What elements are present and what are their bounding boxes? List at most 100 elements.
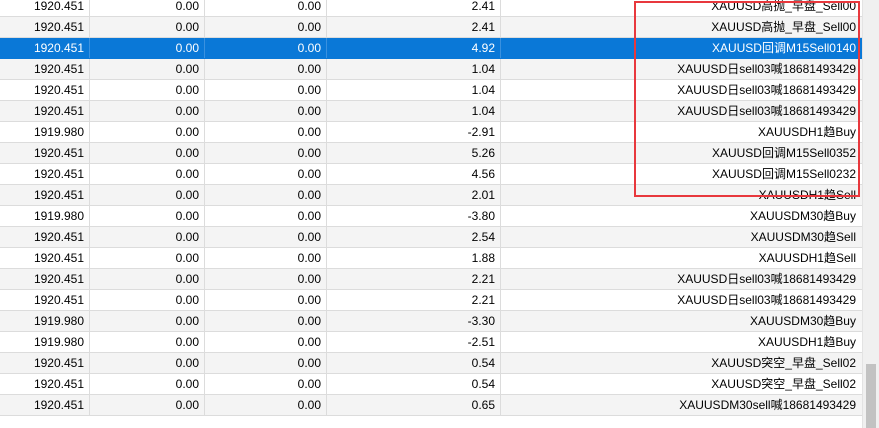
comment-cell: XAUUSD高抛_早盘_Sell00 bbox=[711, 0, 856, 13]
value-cell-b: 0.00 bbox=[205, 164, 327, 184]
comment-cell: XAUUSD日sell03喊18681493429 bbox=[677, 293, 856, 307]
value-cell-b: 0.00 bbox=[205, 353, 327, 373]
table-row[interactable]: 1920.451 0.00 0.00 2.01 XAUUSDH1趋Sell bbox=[0, 185, 862, 206]
comment-cell: XAUUSDH1趋Sell bbox=[758, 188, 856, 202]
profit-cell: 1.04 bbox=[327, 101, 501, 121]
price-cell: 1919.980 bbox=[0, 122, 90, 142]
comment-cell: XAUUSD回调M15Sell0140 bbox=[711, 41, 856, 55]
table-row[interactable]: 1919.980 0.00 0.00 -2.51 XAUUSDH1趋Buy bbox=[0, 332, 862, 353]
price-cell: 1920.451 bbox=[0, 38, 90, 58]
orders-table: 1920.451 0.00 0.00 2.41 XAUUSD高抛_早盘_Sell00 19… bbox=[0, 0, 862, 428]
comment-cell: XAUUSD日sell03喊18681493429 bbox=[677, 104, 856, 118]
price-cell: 1919.980 bbox=[0, 206, 90, 226]
comment-cell: XAUUSD回调M15Sell0232 bbox=[711, 167, 856, 181]
table-row[interactable]: 1920.451 0.00 0.00 1.04 XAUUSD日sell03喊186814… bbox=[0, 59, 862, 80]
price-cell: 1920.451 bbox=[0, 248, 90, 268]
comment-cell: XAUUSDM30趋Buy bbox=[749, 209, 856, 223]
price-cell: 1920.451 bbox=[0, 395, 90, 415]
comment-cell: XAUUSDH1趋Buy bbox=[757, 125, 856, 139]
table-row[interactable]: 1920.451 0.00 0.00 2.41 XAUUSD高抛_早盘_Sell00 bbox=[0, 17, 862, 38]
table-row[interactable]: 1919.980 0.00 0.00 -3.30 XAUUSDM30趋Buy bbox=[0, 311, 862, 332]
profit-cell: 5.26 bbox=[327, 143, 501, 163]
profit-cell: 1.04 bbox=[327, 59, 501, 79]
comment-cell: XAUUSDM30趋Sell bbox=[750, 230, 856, 244]
price-cell: 1919.980 bbox=[0, 311, 90, 331]
profit-cell: 2.54 bbox=[327, 227, 501, 247]
table-row[interactable]: 1920.451 0.00 0.00 2.21 XAUUSD日sell03喊186814… bbox=[0, 269, 862, 290]
table-row[interactable]: 1919.980 0.00 0.00 -3.80 XAUUSDM30趋Buy bbox=[0, 206, 862, 227]
value-cell-a: 0.00 bbox=[90, 311, 205, 331]
price-cell: 1920.451 bbox=[0, 101, 90, 121]
value-cell-b: 0.00 bbox=[205, 0, 327, 16]
value-cell-a: 0.00 bbox=[90, 206, 205, 226]
profit-cell: 4.56 bbox=[327, 164, 501, 184]
profit-cell: 2.21 bbox=[327, 269, 501, 289]
value-cell-b: 0.00 bbox=[205, 38, 327, 58]
value-cell-b: 0.00 bbox=[205, 248, 327, 268]
comment-cell: XAUUSD高抛_早盘_Sell00 bbox=[711, 20, 856, 34]
vertical-scrollbar[interactable] bbox=[862, 0, 879, 428]
value-cell-b: 0.00 bbox=[205, 143, 327, 163]
price-cell: 1920.451 bbox=[0, 227, 90, 247]
price-cell: 1919.980 bbox=[0, 332, 90, 352]
comment-cell: XAUUSD日sell03喊18681493429 bbox=[677, 83, 856, 97]
value-cell-a: 0.00 bbox=[90, 227, 205, 247]
profit-cell: -3.80 bbox=[327, 206, 501, 226]
value-cell-a: 0.00 bbox=[90, 332, 205, 352]
table-row[interactable]: 1920.451 0.00 0.00 2.21 XAUUSD日sell03喊186814… bbox=[0, 290, 862, 311]
value-cell-a: 0.00 bbox=[90, 38, 205, 58]
table-row[interactable]: 1920.451 0.00 0.00 0.54 XAUUSD突空_早盘_Sell02 bbox=[0, 353, 862, 374]
value-cell-a: 0.00 bbox=[90, 374, 205, 394]
table-row[interactable]: 1920.451 0.00 0.00 1.04 XAUUSD日sell03喊186814… bbox=[0, 101, 862, 122]
table-row-selected[interactable]: 1920.451 0.00 0.00 4.92 XAUUSD回调M15Sell0140 bbox=[0, 38, 862, 59]
price-cell: 1920.451 bbox=[0, 59, 90, 79]
price-cell: 1920.451 bbox=[0, 374, 90, 394]
value-cell-b: 0.00 bbox=[205, 17, 327, 37]
table-row[interactable]: 1920.451 0.00 0.00 2.41 XAUUSD高抛_早盘_Sell00 bbox=[0, 0, 862, 17]
profit-cell: 2.21 bbox=[327, 290, 501, 310]
scrollbar-thumb[interactable] bbox=[866, 364, 876, 428]
table-row[interactable]: 1920.451 0.00 0.00 5.26 XAUUSD回调M15Sell0352 bbox=[0, 143, 862, 164]
table-row[interactable]: 1920.451 0.00 0.00 0.65 XAUUSDM30sell喊186814… bbox=[0, 395, 862, 416]
price-cell: 1920.451 bbox=[0, 143, 90, 163]
profit-cell: 2.01 bbox=[327, 185, 501, 205]
profit-cell: 0.54 bbox=[327, 353, 501, 373]
value-cell-a: 0.00 bbox=[90, 59, 205, 79]
value-cell-a: 0.00 bbox=[90, 248, 205, 268]
profit-cell: 1.88 bbox=[327, 248, 501, 268]
table-row[interactable]: 1920.451 0.00 0.00 1.88 XAUUSDH1趋Sell bbox=[0, 248, 862, 269]
table-row[interactable]: 1920.451 0.00 0.00 2.54 XAUUSDM30趋Sell bbox=[0, 227, 862, 248]
comment-cell: XAUUSDH1趋Sell bbox=[758, 251, 856, 265]
value-cell-b: 0.00 bbox=[205, 185, 327, 205]
value-cell-b: 0.00 bbox=[205, 227, 327, 247]
value-cell-b: 0.00 bbox=[205, 59, 327, 79]
profit-cell: 0.65 bbox=[327, 395, 501, 415]
profit-cell: 1.04 bbox=[327, 80, 501, 100]
comment-cell: XAUUSDM30趋Buy bbox=[749, 314, 856, 328]
profit-cell: -2.91 bbox=[327, 122, 501, 142]
value-cell-a: 0.00 bbox=[90, 17, 205, 37]
value-cell-b: 0.00 bbox=[205, 206, 327, 226]
table-row[interactable]: 1920.451 0.00 0.00 4.56 XAUUSD回调M15Sell0232 bbox=[0, 164, 862, 185]
price-cell: 1920.451 bbox=[0, 290, 90, 310]
value-cell-b: 0.00 bbox=[205, 395, 327, 415]
profit-cell: 2.41 bbox=[327, 17, 501, 37]
comment-cell: XAUUSD突空_早盘_Sell02 bbox=[711, 356, 856, 370]
value-cell-b: 0.00 bbox=[205, 80, 327, 100]
value-cell-a: 0.00 bbox=[90, 395, 205, 415]
profit-cell: 2.41 bbox=[327, 0, 501, 16]
comment-cell: XAUUSD突空_早盘_Sell02 bbox=[711, 377, 856, 391]
profit-cell: -3.30 bbox=[327, 311, 501, 331]
table-row[interactable]: 1920.451 0.00 0.00 1.04 XAUUSD日sell03喊186814… bbox=[0, 80, 862, 101]
value-cell-a: 0.00 bbox=[90, 80, 205, 100]
value-cell-a: 0.00 bbox=[90, 122, 205, 142]
value-cell-b: 0.00 bbox=[205, 374, 327, 394]
price-cell: 1920.451 bbox=[0, 164, 90, 184]
value-cell-a: 0.00 bbox=[90, 101, 205, 121]
value-cell-a: 0.00 bbox=[90, 164, 205, 184]
value-cell-a: 0.00 bbox=[90, 143, 205, 163]
value-cell-b: 0.00 bbox=[205, 269, 327, 289]
profit-cell: 0.54 bbox=[327, 374, 501, 394]
table-row[interactable]: 1920.451 0.00 0.00 0.54 XAUUSD突空_早盘_Sell02 bbox=[0, 374, 862, 395]
table-row[interactable]: 1919.980 0.00 0.00 -2.91 XAUUSDH1趋Buy bbox=[0, 122, 862, 143]
